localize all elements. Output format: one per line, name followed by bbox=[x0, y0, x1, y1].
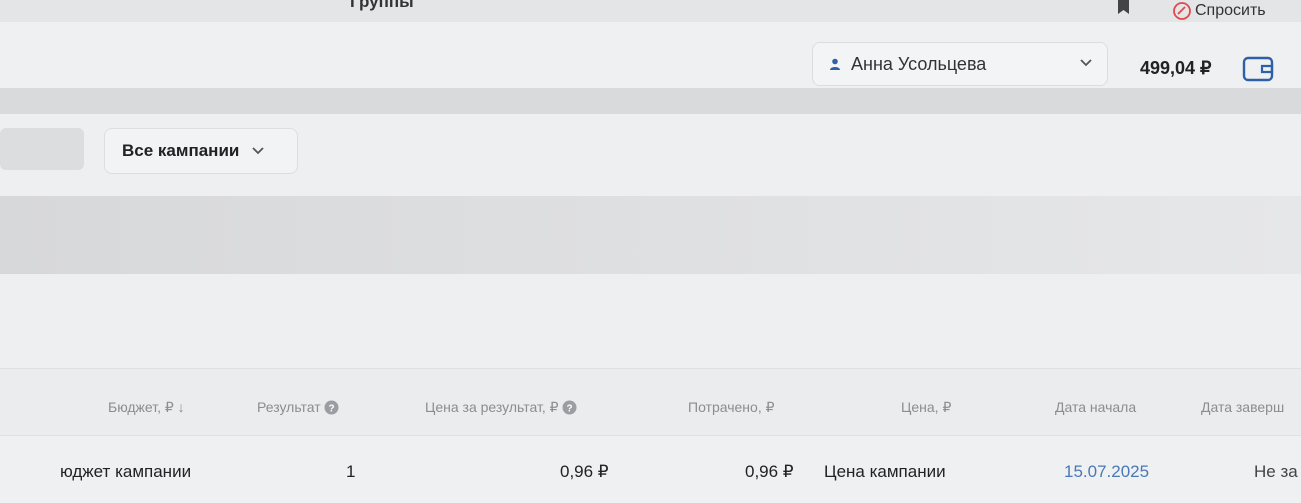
chevron-down-icon bbox=[252, 147, 264, 155]
cell-price: Цена кампании bbox=[824, 462, 946, 481]
svg-text:?: ? bbox=[328, 403, 334, 414]
column-header-label: Бюджет, ₽ ↓ bbox=[108, 399, 185, 415]
empty-banner-area bbox=[0, 196, 1301, 274]
column-header-cost-per-result[interactable]: Цена за результат, ₽ ? bbox=[425, 399, 577, 416]
cell-cost-per-result: 0,96 ₽ bbox=[560, 462, 609, 481]
column-header-start-date[interactable]: Дата начала bbox=[1055, 399, 1136, 415]
chevron-down-icon bbox=[1080, 59, 1092, 67]
campaign-filter-label: Все кампании bbox=[122, 141, 240, 160]
column-header-price[interactable]: Цена, ₽ bbox=[901, 399, 951, 416]
wallet-icon[interactable] bbox=[1241, 54, 1275, 84]
user-account-select[interactable]: Анна Усольцева bbox=[812, 42, 1108, 86]
help-icon[interactable]: ? bbox=[324, 400, 339, 415]
column-header-budget[interactable]: Бюджет, ₽ ↓ bbox=[108, 399, 185, 416]
table-row[interactable]: юджет кампании 1 0,96 ₽ 0,96 ₽ Цена камп… bbox=[0, 436, 1301, 503]
ask-icon bbox=[1173, 2, 1191, 20]
user-icon bbox=[830, 58, 840, 70]
column-header-label: Дата начала bbox=[1055, 399, 1137, 415]
column-header-label: Цена, ₽ bbox=[901, 399, 952, 415]
cell-spent: 0,96 ₽ bbox=[745, 462, 794, 481]
column-header-label: Результат bbox=[257, 399, 321, 415]
cell-budget: юджет кампании bbox=[60, 462, 192, 481]
filter-placeholder-block[interactable] bbox=[0, 128, 84, 170]
column-header-label: Цена за результат, ₽ bbox=[425, 399, 559, 415]
content-spacer bbox=[0, 274, 1301, 368]
bookmark-icon[interactable] bbox=[1117, 0, 1130, 14]
column-header-end-date[interactable]: Дата заверш bbox=[1201, 399, 1284, 415]
account-balance: 499,04 ₽ bbox=[1140, 58, 1212, 78]
table-header: Бюджет, ₽ ↓ Результат ? Цена за результа… bbox=[0, 368, 1301, 436]
cell-end-date: Не за bbox=[1254, 462, 1298, 481]
column-header-label: Потрачено, ₽ bbox=[688, 399, 775, 415]
column-header-result[interactable]: Результат ? bbox=[257, 399, 339, 415]
svg-text:?: ? bbox=[566, 404, 572, 415]
nav-tab-groups[interactable]: Группы bbox=[350, 0, 414, 12]
top-bar bbox=[0, 0, 1301, 22]
cell-start-date[interactable]: 15.07.2025 bbox=[1064, 462, 1149, 482]
column-header-label: Дата заверш bbox=[1201, 399, 1285, 415]
user-name: Анна Усольцева bbox=[851, 53, 987, 74]
campaign-filter-select[interactable]: Все кампании bbox=[104, 128, 298, 174]
cell-result: 1 bbox=[346, 462, 356, 481]
ask-button[interactable]: Спросить bbox=[1172, 0, 1266, 22]
ask-label: Спросить bbox=[1195, 2, 1266, 19]
column-header-spent[interactable]: Потрачено, ₽ bbox=[688, 399, 775, 416]
help-icon[interactable]: ? bbox=[562, 400, 577, 415]
section-divider bbox=[0, 88, 1301, 114]
